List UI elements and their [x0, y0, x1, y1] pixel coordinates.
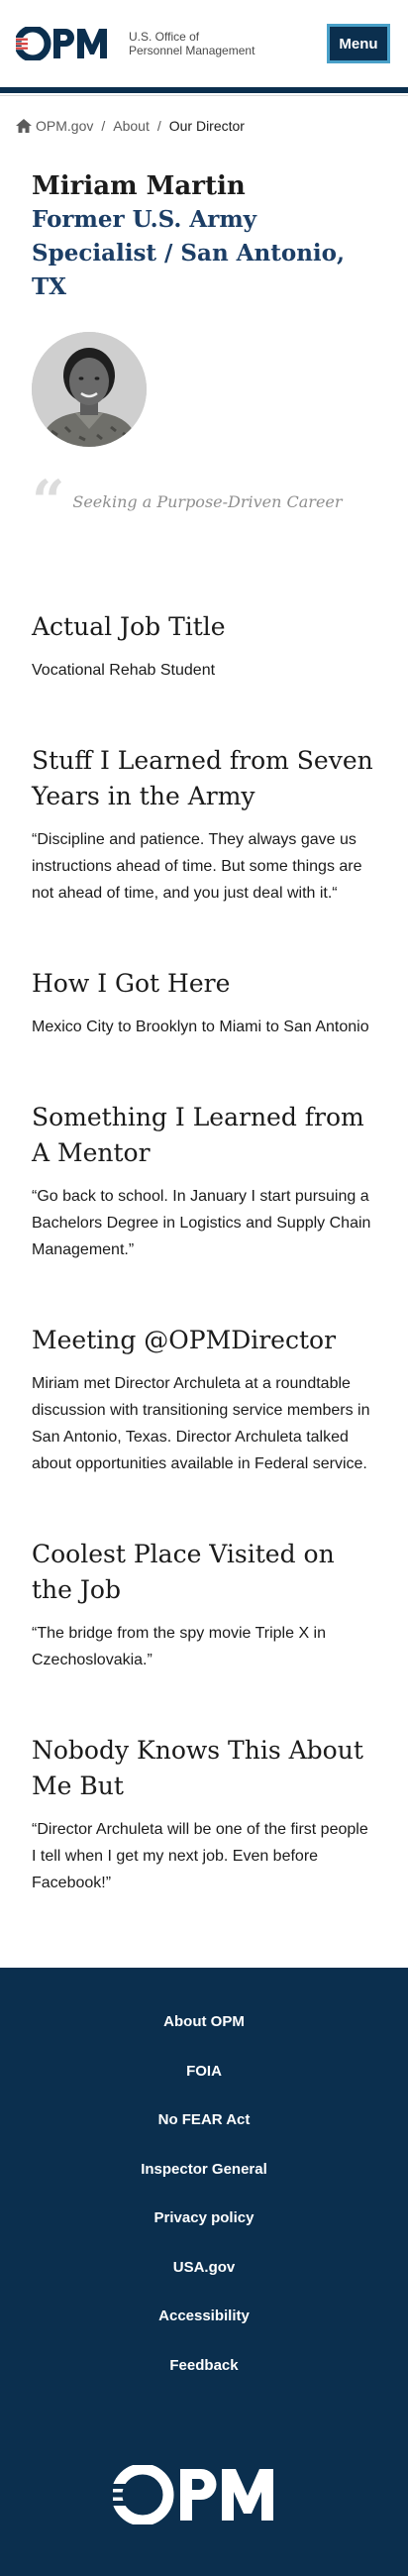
section-body: “Director Archuleta will be one of the f…	[32, 1821, 368, 1891]
footer-link-accessibility[interactable]: Accessibility	[158, 2292, 250, 2341]
section-army-lessons: Stuff I Learned from Seven Years in the …	[32, 743, 376, 907]
breadcrumb-about-link[interactable]: About	[113, 118, 150, 134]
person-name: Miriam Martin	[32, 171, 246, 201]
opm-logo-link[interactable]: U.S. Office of Personnel Management	[16, 27, 255, 60]
main-content: Miriam Martin Former U.S. Army Specialis…	[0, 169, 408, 1896]
breadcrumb-home-link[interactable]: OPM.gov	[36, 118, 93, 134]
section-heading: Coolest Place Visited on the Job	[32, 1540, 335, 1604]
section-mentor: Something I Learned from A Mentor “Go ba…	[32, 1100, 376, 1263]
breadcrumb-separator: /	[101, 118, 106, 134]
quote-mark-icon: “	[32, 468, 65, 535]
breadcrumb: OPM.gov / About / Our Director	[0, 110, 408, 142]
section-body: Miriam met Director Archuleta at a round…	[32, 1375, 370, 1472]
quote: “ Seeking a Purpose-Driven Career	[32, 468, 376, 535]
quote-text: Seeking a Purpose-Driven Career	[72, 491, 343, 511]
site-header: U.S. Office of Personnel Management Menu	[0, 0, 408, 87]
header-divider	[0, 87, 408, 93]
header-divider-thin	[0, 95, 408, 96]
section-heading: How I Got Here	[32, 969, 231, 998]
section-job-title: Actual Job Title Vocational Rehab Studen…	[32, 609, 376, 684]
section-heading: Meeting @OPMDirector	[32, 1326, 337, 1354]
section-body: “Discipline and patience. They always ga…	[32, 831, 362, 902]
portrait-image	[32, 332, 147, 447]
logo-agency-name: U.S. Office of Personnel Management	[129, 30, 255, 57]
section-body: Vocational Rehab Student	[32, 662, 216, 679]
portrait-photo	[32, 332, 147, 447]
section-coolest-place: Coolest Place Visited on the Job “The br…	[32, 1537, 376, 1673]
section-heading: Something I Learned from A Mentor	[32, 1103, 364, 1167]
footer-opm-logo-icon	[113, 2465, 273, 2524]
profile-sections: Actual Job Title Vocational Rehab Studen…	[32, 609, 376, 1896]
footer-link-inspector-general[interactable]: Inspector General	[141, 2145, 267, 2195]
section-body: Mexico City to Brooklyn to Miami to San …	[32, 1019, 369, 1035]
breadcrumb-current: Our Director	[168, 118, 245, 134]
section-heading: Actual Job Title	[32, 612, 226, 641]
footer-link-feedback[interactable]: Feedback	[169, 2341, 238, 2391]
footer-link-privacy-policy[interactable]: Privacy policy	[154, 2194, 255, 2243]
footer-link-usa-gov[interactable]: USA.gov	[173, 2243, 236, 2293]
section-body: “Go back to school. In January I start p…	[32, 1188, 371, 1258]
section-body: “The bridge from the spy movie Triple X …	[32, 1625, 327, 1668]
footer-link-about-opm[interactable]: About OPM	[163, 1997, 245, 2047]
footer-nav: About OPM FOIA No FEAR Act Inspector Gen…	[0, 1997, 408, 2390]
section-meeting-director: Meeting @OPMDirector Miriam met Director…	[32, 1323, 376, 1477]
breadcrumb-separator: /	[156, 118, 161, 134]
section-heading: Nobody Knows This About Me But	[32, 1736, 363, 1800]
logo-line-2: Personnel Management	[129, 44, 255, 57]
footer-link-no-fear-act[interactable]: No FEAR Act	[158, 2095, 251, 2145]
section-heading: Stuff I Learned from Seven Years in the …	[32, 746, 373, 810]
menu-button[interactable]: Menu	[327, 24, 390, 63]
footer-link-foia[interactable]: FOIA	[186, 2047, 222, 2096]
footer-logo	[0, 2465, 408, 2524]
site-footer: About OPM FOIA No FEAR Act Inspector Gen…	[0, 1968, 408, 2576]
person-subtitle: Former U.S. Army Specialist / San Antoni…	[32, 206, 346, 300]
section-how-i-got-here: How I Got Here Mexico City to Brooklyn t…	[32, 966, 376, 1040]
home-icon	[16, 119, 32, 133]
section-nobody-knows: Nobody Knows This About Me But “Director…	[32, 1733, 376, 1896]
logo-line-1: U.S. Office of	[129, 30, 200, 44]
opm-logo-icon	[16, 27, 107, 60]
